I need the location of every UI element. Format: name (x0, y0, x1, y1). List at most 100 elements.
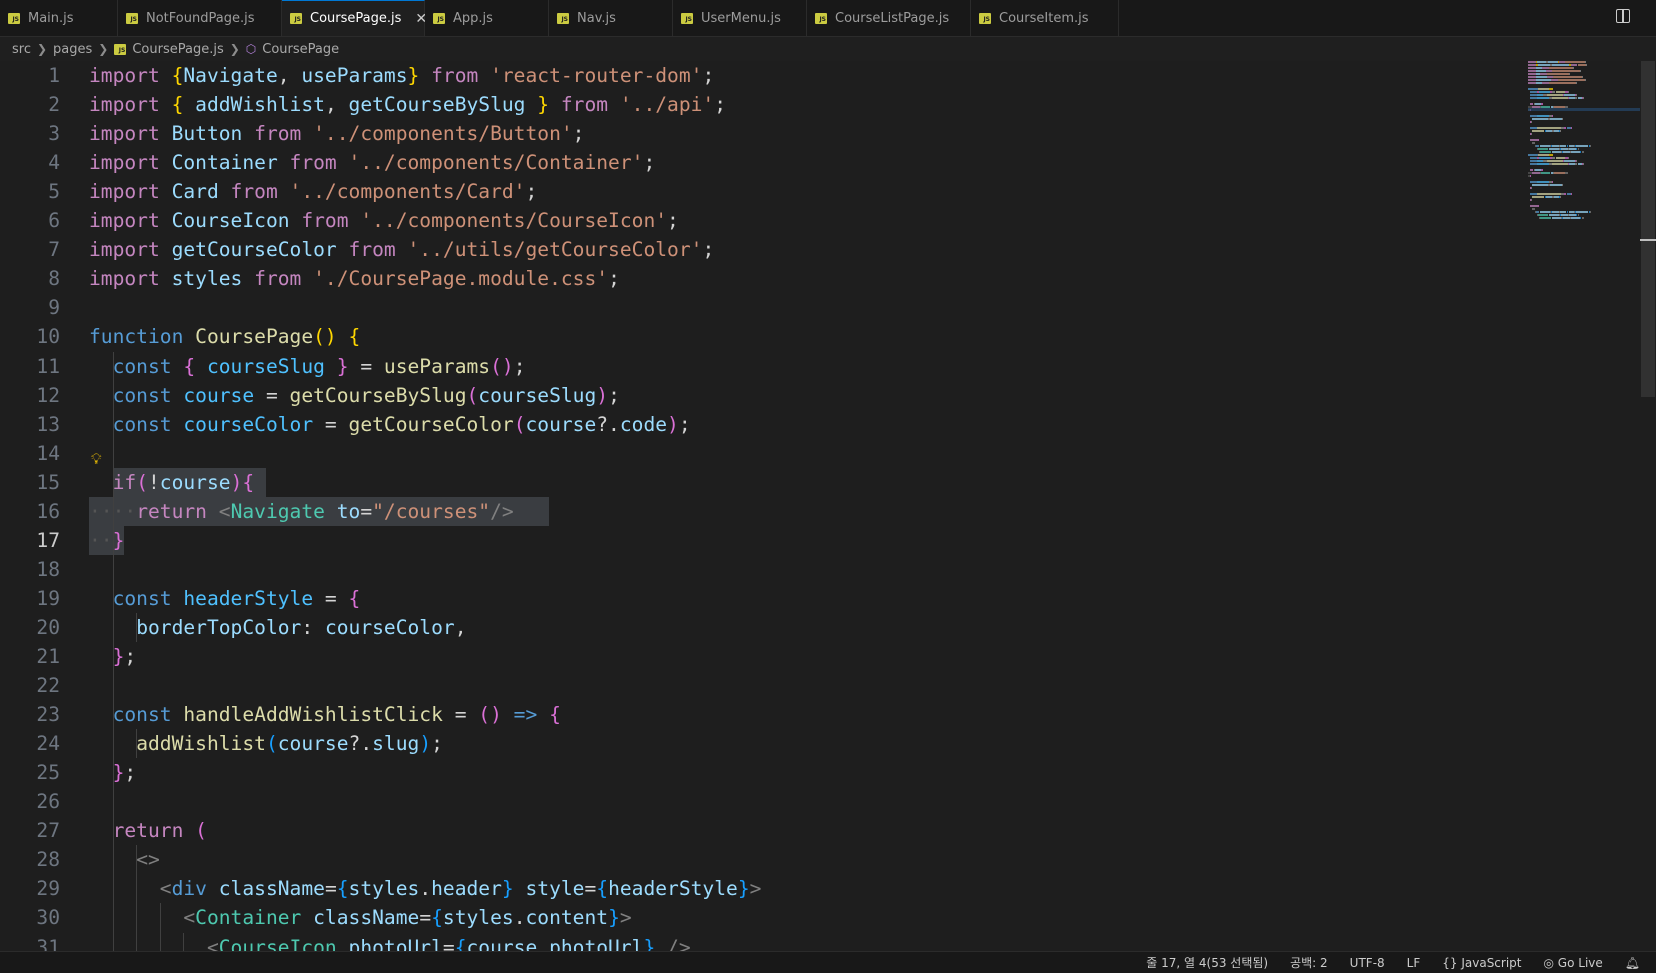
minimap-token (1545, 196, 1553, 198)
line-number[interactable]: 31 (0, 933, 60, 952)
code-line[interactable]: 3 import Button from '../components/Butto… (0, 119, 1520, 148)
code-line[interactable]: 24 addWishlist(course?.slug); (0, 729, 1520, 758)
line-number[interactable]: 5 (0, 177, 60, 206)
code-line[interactable]: 6 import CourseIcon from '../components/C… (0, 206, 1520, 235)
tab-courseitem-js[interactable]: JS CourseItem.js (971, 0, 1119, 36)
status-eol[interactable]: LF (1407, 956, 1421, 970)
line-number[interactable]: 12 (0, 381, 60, 410)
line-number[interactable]: 18 (0, 555, 60, 584)
code-line[interactable]: 22 (0, 671, 1520, 700)
code-line[interactable]: 15 if(!course){ (0, 468, 1520, 497)
split-editor-icon[interactable] (1616, 9, 1630, 23)
tab-coursepage-js[interactable]: JS CoursePage.js ✕ (282, 0, 427, 36)
code-line[interactable]: 21 }; (0, 642, 1520, 671)
line-number[interactable]: 1 (0, 61, 60, 90)
status-language[interactable]: {} JavaScript (1442, 956, 1521, 970)
tab-courselistpage-js[interactable]: JS CourseListPage.js (807, 0, 971, 36)
minimap-token (1552, 163, 1568, 165)
js-file-icon: JS (114, 43, 127, 55)
code-line[interactable]: 5 import Card from '../components/Card'; (0, 177, 1520, 206)
minimap-token (1530, 193, 1537, 195)
code-line[interactable]: 28 <> (0, 845, 1520, 874)
line-number[interactable]: 17 (0, 526, 60, 555)
code-line[interactable]: 13 const courseColor = getCourseColor(co… (0, 410, 1520, 439)
code-line[interactable]: 31 <CourseIcon photoUrl={course.photoUrl… (0, 933, 1520, 952)
minimap-token (1531, 199, 1533, 201)
minimap-token (1546, 76, 1554, 78)
code-line[interactable]: 1 import {Navigate, useParams} from 'reac… (0, 61, 1520, 90)
line-number[interactable]: 10 (0, 322, 60, 351)
tab-notfoundpage-js[interactable]: JS NotFoundPage.js (118, 0, 282, 36)
code-editor[interactable]: 1 import {Navigate, useParams} from 'reac… (0, 61, 1520, 951)
line-number[interactable]: 4 (0, 148, 60, 177)
status-encoding[interactable]: UTF-8 (1350, 956, 1385, 970)
bell-icon[interactable]: 🔔︎ (1625, 956, 1640, 970)
code-line[interactable]: 27 return ( (0, 816, 1520, 845)
minimap-token (1540, 211, 1550, 213)
status-golive[interactable]: ◎ Go Live (1544, 956, 1603, 970)
code-line[interactable]: 18 (0, 555, 1520, 584)
minimap[interactable] (1528, 61, 1640, 951)
code-line[interactable]: 19 const headerStyle = { (0, 584, 1520, 613)
code-token: . (537, 935, 550, 952)
line-number[interactable]: 27 (0, 816, 60, 845)
code-line[interactable]: 10 function CoursePage() { (0, 322, 1520, 351)
code-line[interactable]: 26 (0, 787, 1520, 816)
line-number[interactable]: 21 (0, 642, 60, 671)
status-cursor-position[interactable]: 줄 17, 열 4(53 선택됨) (1146, 954, 1268, 971)
code-line[interactable]: 4 import Container from '../components/Co… (0, 148, 1520, 177)
tab-main-js[interactable]: JS Main.js (0, 0, 118, 36)
line-number[interactable]: 20 (0, 613, 60, 642)
line-number[interactable]: 30 (0, 903, 60, 932)
code-line[interactable]: 12 const course = getCourseBySlug(course… (0, 381, 1520, 410)
code-line[interactable]: 16 ····return <Navigate to="/courses"/> (0, 497, 1520, 526)
code-line[interactable]: 25 }; (0, 758, 1520, 787)
code-line[interactable]: 20 borderTopColor: courseColor, (0, 613, 1520, 642)
minimap-token (1530, 181, 1537, 183)
code-line[interactable]: 30 <Container className={styles.content}… (0, 903, 1520, 932)
code-line[interactable]: 7 import getCourseColor from '../utils/ge… (0, 235, 1520, 264)
code-line[interactable]: 14 💡︎ (0, 439, 1520, 468)
line-number[interactable]: 11 (0, 352, 60, 381)
code-line[interactable]: 9 (0, 293, 1520, 322)
breadcrumb-item-src[interactable]: src (12, 42, 31, 57)
line-number[interactable]: 7 (0, 235, 60, 264)
line-number[interactable]: 8 (0, 264, 60, 293)
minimap-token (1558, 61, 1566, 63)
line-number[interactable]: 16 (0, 497, 60, 526)
breadcrumb-item-pages[interactable]: pages (53, 42, 92, 57)
line-number[interactable]: 15 (0, 468, 60, 497)
code-line[interactable]: 29 <div className={styles.header} style=… (0, 874, 1520, 903)
line-number[interactable]: 9 (0, 293, 60, 322)
tab-nav-js[interactable]: JS Nav.js (549, 0, 673, 36)
code-token: from (218, 180, 290, 204)
line-number[interactable]: 2 (0, 90, 60, 119)
tab-usermenu-js[interactable]: JS UserMenu.js (673, 0, 807, 36)
line-number[interactable]: 22 (0, 671, 60, 700)
line-number[interactable]: 13 (0, 410, 60, 439)
tab-app-js[interactable]: JS App.js (425, 0, 549, 36)
code-line[interactable]: 2 import { addWishlist, getCourseBySlug }… (0, 90, 1520, 119)
status-indentation[interactable]: 공백: 2 (1290, 954, 1328, 971)
line-number[interactable]: 19 (0, 584, 60, 613)
code-text: }; (89, 758, 137, 787)
breadcrumb-item-file[interactable]: CoursePage.js (132, 42, 223, 57)
line-number[interactable]: 6 (0, 206, 60, 235)
line-number[interactable]: 24 (0, 729, 60, 758)
line-number[interactable]: 26 (0, 787, 60, 816)
code-token: { (171, 93, 196, 117)
code-text: return ( (89, 816, 207, 845)
line-number[interactable]: 25 (0, 758, 60, 787)
line-number[interactable]: 29 (0, 874, 60, 903)
line-number[interactable]: 3 (0, 119, 60, 148)
vertical-scrollbar[interactable] (1641, 61, 1655, 397)
code-token: /> (667, 935, 691, 952)
code-line[interactable]: 11 const { courseSlug } = useParams(); (0, 352, 1520, 381)
line-number[interactable]: 23 (0, 700, 60, 729)
breadcrumb-item-symbol[interactable]: CoursePage (262, 42, 339, 57)
code-line[interactable]: 8 import styles from './CoursePage.module… (0, 264, 1520, 293)
line-number[interactable]: 14 (0, 439, 60, 468)
code-line[interactable]: 23 const handleAddWishlistClick = () => … (0, 700, 1520, 729)
line-number[interactable]: 28 (0, 845, 60, 874)
code-line[interactable]: 17 ··} (0, 526, 1520, 555)
